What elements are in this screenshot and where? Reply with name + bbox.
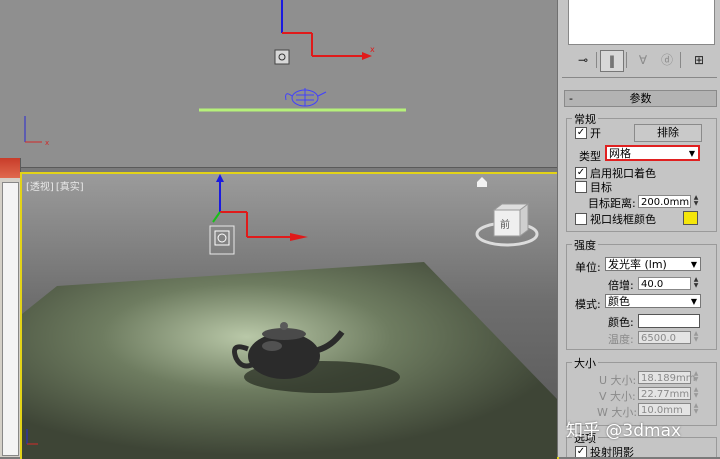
color-label: 颜色: [608, 316, 634, 329]
chevron-down-icon: ▼ [688, 149, 695, 158]
w-size-input[interactable]: 10.0mm [638, 403, 691, 416]
v-size-spinner[interactable]: ▲ ▼ [692, 387, 700, 400]
teapot-top-icon [285, 88, 327, 107]
unit-dropdown[interactable]: 发光率 (lm) ▼ [605, 257, 701, 271]
show-end-result-icon[interactable]: ‖ [600, 50, 624, 72]
target-distance-label: 目标距离: [588, 197, 636, 210]
viewport-shading-label[interactable]: [真实] [56, 182, 84, 193]
remove-modifier-icon[interactable]: ⓓ [656, 50, 678, 70]
wireframe-color-label: 视口线框颜色 [590, 213, 656, 226]
u-size-label: U 大小: [599, 374, 637, 387]
u-size-spinner[interactable]: ▲ ▼ [692, 371, 700, 384]
mode-value: 颜色 [608, 295, 630, 308]
size-group-title: 大小 [572, 355, 598, 371]
light-on-checkbox[interactable]: ✓ [575, 127, 587, 139]
home-icon [477, 177, 487, 187]
svg-text:x: x [370, 45, 375, 54]
mode-dropdown[interactable]: 颜色 ▼ [605, 294, 701, 308]
mode-label: 模式: [575, 298, 601, 311]
light-on-label: 开 [590, 127, 601, 140]
unit-value: 发光率 (lm) [608, 258, 667, 271]
configure-sets-icon[interactable]: ⊞ [688, 50, 710, 70]
intensity-group-title: 强度 [572, 237, 598, 253]
rollout-parameters-header[interactable]: - 参数 [564, 90, 717, 107]
temperature-label: 温度: [608, 333, 634, 346]
top-viewport-scene: x x [24, 0, 406, 147]
cast-shadows-label: 投射阴影 [590, 446, 634, 457]
dialog-titlebar[interactable] [0, 158, 20, 178]
w-size-spinner[interactable]: ▲ ▼ [692, 403, 700, 416]
multiplier-input[interactable]: 40.0 [638, 277, 691, 290]
target-label: 目标 [590, 181, 612, 194]
v-size-label: V 大小: [599, 390, 636, 403]
light-type-dropdown[interactable]: 网格 ▼ [605, 145, 700, 161]
target-checkbox[interactable] [575, 181, 587, 193]
u-size-input[interactable]: 18.189mm [638, 371, 695, 384]
perspective-viewport[interactable]: 前 [透视] [真实] [20, 172, 559, 459]
target-distance-spinner[interactable]: ▲ ▼ [692, 195, 700, 208]
perspective-scene: 前 [22, 174, 557, 459]
unit-label: 单位: [575, 261, 601, 274]
temperature-input[interactable]: 6500.0 [638, 331, 691, 344]
rollout-title: 参数 [629, 92, 652, 105]
command-panel: ⊸ ‖ ∀ ⓓ ⊞ - 参数 常规 ✓ 开 排除 类型 网格 ▼ ✓ 启用视口着… [557, 0, 720, 457]
modifier-stack-toolbar: ⊸ ‖ ∀ ⓓ ⊞ [564, 50, 714, 72]
v-size-input[interactable]: 22.77mm [638, 387, 691, 400]
viewcube-icon: 前 [475, 203, 539, 247]
chevron-down-icon: ▼ [690, 297, 697, 306]
dialog-content [2, 182, 19, 456]
multiplier-spinner[interactable]: ▲ ▼ [692, 277, 700, 290]
light-gizmo-y [212, 211, 221, 223]
light-icon [274, 49, 290, 65]
photometric-light-icon [209, 225, 235, 255]
multiplier-label: 倍增: [608, 279, 634, 292]
temperature-spinner[interactable]: ▲ ▼ [692, 331, 700, 344]
wireframe-color-checkbox[interactable] [575, 213, 587, 225]
watermark: 知乎 @3dmax [566, 421, 682, 441]
light-color-swatch[interactable] [638, 314, 700, 328]
cast-shadows-checkbox[interactable]: ✓ [575, 446, 587, 457]
chevron-down-icon: ▼ [690, 260, 697, 269]
light-type-value: 网格 [609, 147, 631, 160]
svg-text:x: x [45, 139, 49, 147]
viewport-view-label[interactable]: [透视] [26, 182, 54, 193]
rollout-collapse-icon[interactable]: - [569, 91, 573, 106]
make-unique-icon[interactable]: ∀ [632, 50, 654, 70]
wireframe-color-swatch[interactable] [683, 211, 698, 225]
floating-dialog-edge[interactable] [0, 158, 21, 457]
viewport-shading-checkbox[interactable]: ✓ [575, 167, 587, 179]
type-label: 类型 [579, 150, 601, 163]
viewport-label[interactable]: [透视] [真实] [26, 178, 86, 193]
svg-text:前: 前 [500, 218, 510, 231]
pin-stack-icon[interactable]: ⊸ [572, 50, 594, 70]
target-distance-input[interactable]: 200.0mm [638, 195, 691, 208]
object-listbox[interactable] [568, 0, 715, 45]
exclude-button[interactable]: 排除 [634, 124, 702, 142]
top-viewport[interactable]: x x [0, 0, 557, 168]
